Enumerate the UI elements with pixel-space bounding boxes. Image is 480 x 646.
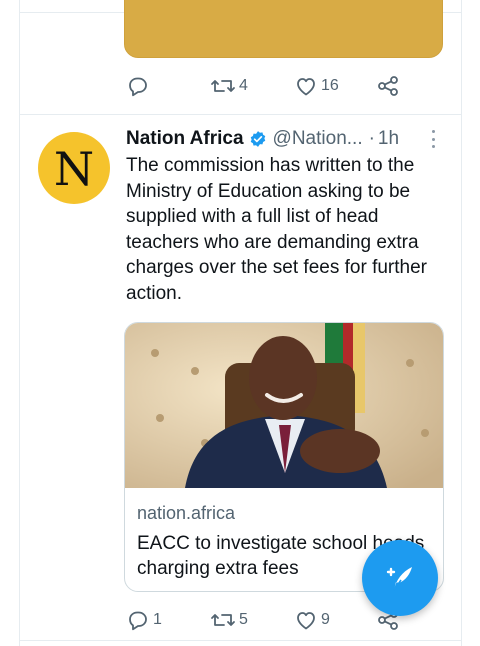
previous-tweet-media[interactable] [124,0,443,58]
author-handle[interactable]: @Nation... [273,128,363,150]
avatar[interactable]: N [38,132,110,204]
share-button[interactable] [376,74,400,98]
reply-icon [129,77,147,97]
retweet-icon [211,80,235,92]
retweet-count: 4 [239,77,248,94]
like-count: 9 [321,611,330,628]
tweet-timestamp[interactable]: 1h [378,128,399,150]
reply-icon [129,611,147,631]
heart-icon [297,612,315,630]
retweet-icon [211,614,235,626]
link-preview-image [125,323,443,488]
retweet-button[interactable]: 4 [210,74,248,98]
share-icon [378,76,398,96]
like-count: 16 [321,77,339,94]
reply-count: 1 [153,611,162,628]
tweet-actions: 1 5 9 [126,608,416,632]
like-button[interactable]: 9 [294,608,330,632]
verified-badge-icon [250,131,265,147]
retweet-count: 5 [239,611,248,628]
like-button[interactable]: 16 [294,74,339,98]
heart-icon [297,78,315,96]
compose-tweet-button[interactable] [362,540,438,616]
timeline-left-border [19,0,20,646]
divider [20,640,461,641]
timeline-right-border [461,0,462,646]
author-name[interactable]: Nation Africa [126,128,244,150]
avatar-letter: N [53,142,95,196]
compose-tweet-icon [386,567,412,591]
retweet-button[interactable]: 5 [210,608,248,632]
reply-button[interactable] [126,74,150,98]
tweet-header: Nation Africa @Nation... · 1h [126,126,446,152]
more-options-icon[interactable] [432,130,436,148]
link-domain: nation.africa [137,503,236,523]
tweet-text: The commission has written to the Minist… [126,155,427,304]
reply-button[interactable]: 1 [126,608,162,632]
separator-dot: · [368,128,375,149]
previous-tweet-actions: 4 16 [126,74,416,98]
divider [20,114,461,115]
